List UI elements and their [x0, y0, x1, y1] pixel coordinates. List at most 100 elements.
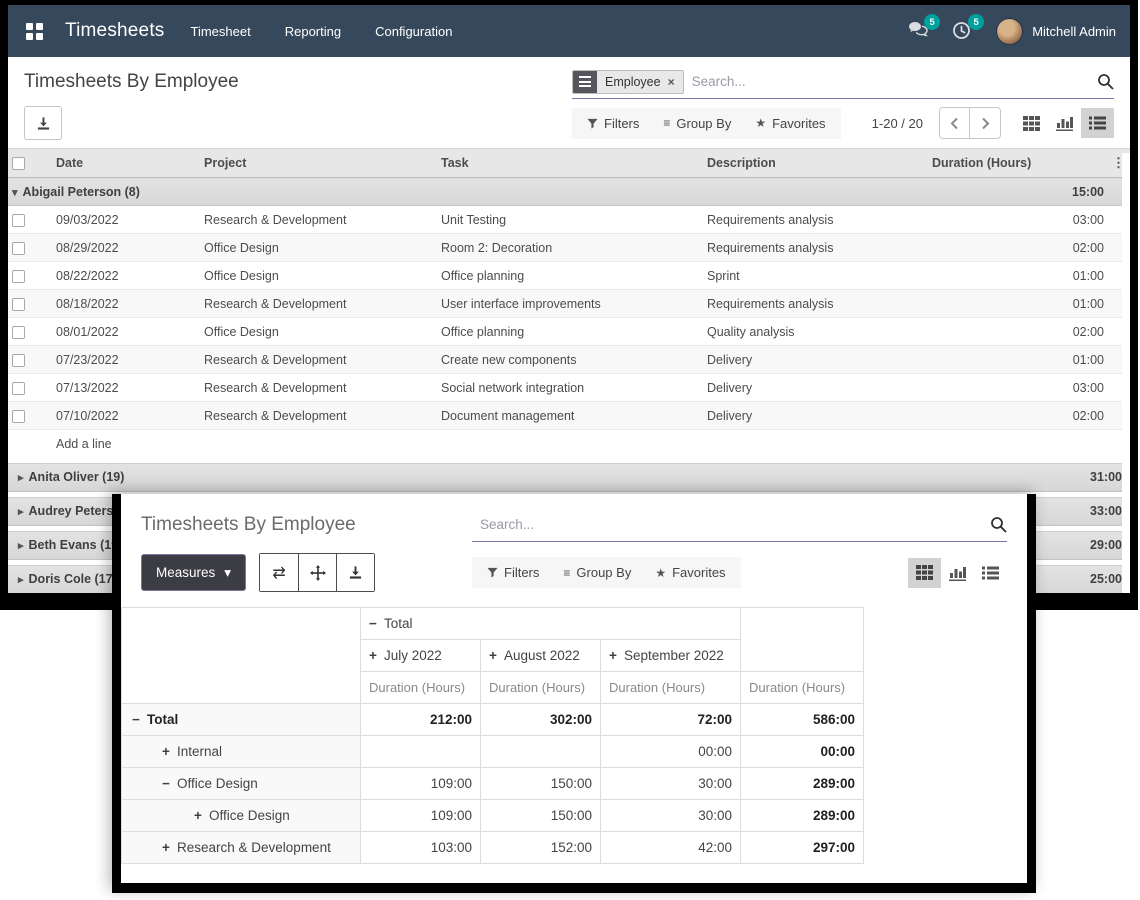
table-row[interactable]: 09/03/2022Research & DevelopmentUnit Tes…: [8, 206, 1130, 234]
scrollbar-gutter[interactable]: [1122, 153, 1130, 593]
activities-badge: 5: [968, 14, 984, 30]
caret-right-icon: ▸: [18, 573, 24, 586]
measure-header[interactable]: Duration (Hours): [481, 672, 601, 704]
table-row[interactable]: 07/23/2022Research & DevelopmentCreate n…: [8, 346, 1130, 374]
pivot-col-total-header[interactable]: −Total: [361, 608, 741, 640]
row-checkbox[interactable]: [12, 270, 25, 283]
collapse-icon[interactable]: −: [369, 616, 384, 631]
pager-next-button[interactable]: [970, 108, 1000, 138]
search-bar[interactable]: Employee ×: [572, 67, 1114, 99]
pivot-grand-total-header: [741, 608, 864, 672]
expand-icon[interactable]: +: [609, 648, 624, 663]
group-total: 15:00: [928, 178, 1108, 206]
search-input[interactable]: [472, 517, 990, 532]
group-by-facet-icon: [573, 71, 597, 93]
column-date[interactable]: Date: [52, 149, 200, 178]
collapse-icon[interactable]: −: [162, 776, 177, 791]
pivot-row-research-development[interactable]: +Research & Development 103:00 152:00 42…: [122, 832, 864, 864]
group-label: Abigail Peterson (8): [23, 185, 140, 199]
column-duration[interactable]: Duration (Hours): [928, 149, 1108, 178]
filters-button[interactable]: Filters: [487, 565, 539, 580]
table-row[interactable]: 07/13/2022Research & DevelopmentSocial n…: [8, 374, 1130, 402]
search-facet[interactable]: Employee ×: [572, 70, 684, 94]
group-row-open[interactable]: ▾Abigail Peterson (8) 15:00: [8, 178, 1130, 206]
search-input[interactable]: [684, 74, 1097, 89]
table-row[interactable]: 08/29/2022Office DesignRoom 2: Decoratio…: [8, 234, 1130, 262]
measures-button[interactable]: Measures ▾: [141, 554, 246, 591]
expand-all-button[interactable]: [298, 554, 336, 591]
menu-configuration[interactable]: Configuration: [375, 24, 452, 39]
menu-timesheet[interactable]: Timesheet: [191, 24, 251, 39]
group-by-button[interactable]: ≡ Group By: [663, 116, 731, 131]
pivot-row-total[interactable]: −Total 212:00 302:00 72:00 586:00: [122, 704, 864, 736]
expand-icon[interactable]: +: [162, 840, 177, 855]
pivot-row-office-design-sub[interactable]: +Office Design 109:00 150:00 30:00 289:0…: [122, 800, 864, 832]
download-xlsx-button[interactable]: [336, 554, 374, 591]
row-checkbox[interactable]: [12, 382, 25, 395]
menu-reporting[interactable]: Reporting: [285, 24, 341, 39]
select-all-checkbox[interactable]: [12, 157, 25, 170]
timesheet-table: Date Project Task Description Duration (…: [8, 148, 1130, 458]
expand-icon[interactable]: +: [489, 648, 504, 663]
pivot-col-july[interactable]: +July 2022: [361, 640, 481, 672]
pager-previous-button[interactable]: [940, 108, 970, 138]
pivot-view-button[interactable]: [1015, 108, 1048, 138]
facet-remove-icon[interactable]: ×: [668, 75, 675, 89]
pivot-col-september[interactable]: +September 2022: [601, 640, 741, 672]
graph-view-button[interactable]: [941, 558, 974, 588]
group-row-collapsed[interactable]: ▸ Anita Oliver (19) 31:00: [8, 463, 1130, 492]
graph-view-button[interactable]: [1048, 108, 1081, 138]
expand-icon[interactable]: +: [194, 808, 209, 823]
pivot-col-august[interactable]: +August 2022: [481, 640, 601, 672]
filters-button[interactable]: Filters: [587, 116, 639, 131]
star-icon: ★: [655, 566, 666, 580]
expand-icon[interactable]: +: [369, 648, 384, 663]
export-button[interactable]: [24, 106, 62, 140]
measure-header[interactable]: Duration (Hours): [361, 672, 481, 704]
bars-icon: ≡: [563, 566, 570, 580]
pivot-view-button[interactable]: [908, 558, 941, 588]
row-checkbox[interactable]: [12, 298, 25, 311]
list-view-button[interactable]: [1081, 108, 1114, 138]
activities-icon[interactable]: 5: [952, 21, 974, 41]
user-menu[interactable]: Mitchell Admin: [996, 18, 1116, 45]
search-icon[interactable]: [990, 516, 1007, 533]
group-label: Audrey Peterso: [29, 504, 121, 518]
search-icon[interactable]: [1097, 73, 1114, 90]
group-total: 29:00: [1090, 538, 1122, 552]
expand-icon[interactable]: +: [162, 744, 177, 759]
collapse-icon[interactable]: −: [132, 712, 147, 727]
bars-icon: ≡: [663, 116, 670, 130]
column-description[interactable]: Description: [703, 149, 928, 178]
row-checkbox[interactable]: [12, 354, 25, 367]
table-row[interactable]: 08/22/2022Office DesignOffice planningSp…: [8, 262, 1130, 290]
search-options-bar: Filters ≡ Group By ★ Favorites: [472, 557, 741, 588]
messages-badge: 5: [924, 14, 940, 30]
row-checkbox[interactable]: [12, 214, 25, 227]
group-total: 33:00: [1090, 504, 1122, 518]
pivot-row-office-design[interactable]: −Office Design 109:00 150:00 30:00 289:0…: [122, 768, 864, 800]
pivot-window: Timesheets By Employee Measures ▾ ⇄: [112, 494, 1036, 893]
measure-header[interactable]: Duration (Hours): [601, 672, 741, 704]
row-checkbox[interactable]: [12, 410, 25, 423]
table-row[interactable]: 08/18/2022Research & DevelopmentUser int…: [8, 290, 1130, 318]
group-by-button[interactable]: ≡ Group By: [563, 565, 631, 580]
measure-header[interactable]: Duration (Hours): [741, 672, 864, 704]
favorites-button[interactable]: ★ Favorites: [755, 116, 825, 131]
row-checkbox[interactable]: [12, 326, 25, 339]
row-checkbox[interactable]: [12, 242, 25, 255]
app-title[interactable]: Timesheets: [65, 20, 165, 42]
column-task[interactable]: Task: [437, 149, 703, 178]
table-row[interactable]: 07/10/2022Research & DevelopmentDocument…: [8, 402, 1130, 430]
search-bar[interactable]: [472, 508, 1007, 542]
messages-icon[interactable]: 5: [908, 21, 930, 41]
pivot-row-internal[interactable]: +Internal 00:00 00:00: [122, 736, 864, 768]
favorites-button[interactable]: ★ Favorites: [655, 565, 725, 580]
list-view-button[interactable]: [974, 558, 1007, 588]
add-a-line-row[interactable]: Add a line: [8, 430, 1130, 458]
table-row[interactable]: 08/01/2022Office DesignOffice planningQu…: [8, 318, 1130, 346]
view-switcher: [1015, 108, 1114, 138]
column-project[interactable]: Project: [200, 149, 437, 178]
apps-menu-icon[interactable]: [26, 23, 43, 40]
flip-axis-button[interactable]: ⇄: [260, 554, 298, 591]
